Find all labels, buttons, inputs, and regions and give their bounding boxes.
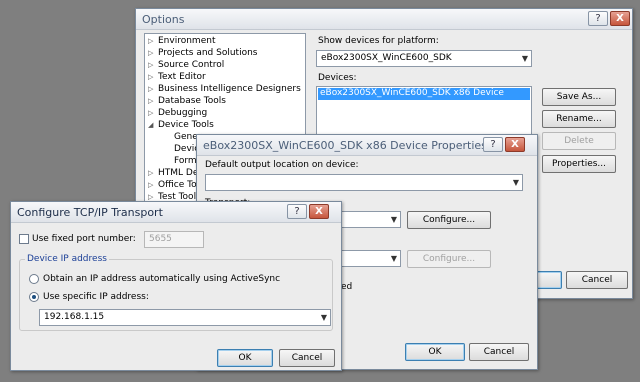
tree-expander-icon[interactable]: ▷	[148, 181, 158, 189]
device-list-item-label: eBox2300SX_WinCE600_SDK x86 Device	[320, 88, 504, 98]
device-properties-close-button[interactable]: X	[505, 137, 525, 152]
fixed-port-value: 5655	[149, 234, 172, 244]
tree-item-label: Debugging	[158, 108, 208, 118]
tcp-ip-title: Configure TCP/IP Transport	[17, 206, 163, 219]
options-title: Options	[142, 13, 185, 26]
options-titlebar[interactable]: Options ? X	[136, 9, 632, 30]
tcp-ip-help-button[interactable]: ?	[287, 204, 307, 219]
bootstrap-configure-button[interactable]: Configure...	[407, 250, 491, 268]
tree-item-label: Environment	[158, 36, 216, 46]
tree-item-label: Form	[174, 156, 197, 166]
chevron-down-icon: ▼	[390, 215, 397, 224]
tree-item[interactable]: ▷ Debugging	[148, 108, 207, 118]
chevron-down-icon: ▼	[390, 254, 397, 263]
tree-item[interactable]: ▷ Environment	[148, 36, 215, 46]
tcp-ip-dialog: Configure TCP/IP Transport ? X Use fixed…	[10, 201, 342, 371]
tree-item-label: Database Tools	[158, 96, 226, 106]
properties-button[interactable]: Properties...	[542, 155, 616, 173]
tree-item-label: Projects and Solutions	[158, 48, 258, 58]
options-help-button[interactable]: ?	[588, 11, 608, 26]
fixed-port-checkbox[interactable]	[19, 234, 29, 244]
options-cancel-button[interactable]: Cancel	[566, 271, 628, 289]
tree-expander-icon[interactable]: ▷	[148, 85, 158, 93]
ip-address-value: 192.168.1.15	[44, 312, 105, 322]
ip-address-select[interactable]: 192.168.1.15 ▼	[39, 309, 331, 326]
tcp-ip-ok-button[interactable]: OK	[217, 349, 273, 367]
tcp-ip-cancel-button[interactable]: Cancel	[279, 349, 335, 367]
device-properties-ok-button[interactable]: OK	[405, 343, 465, 361]
tree-expander-icon[interactable]: ◢	[148, 121, 158, 129]
tree-item[interactable]: ▷ HTML Des	[148, 168, 203, 178]
tree-item-label: Device Tools	[158, 120, 214, 130]
output-location-label: Default output location on device:	[205, 160, 359, 170]
tree-item[interactable]: ▷ Office Tol	[148, 180, 199, 190]
chevron-down-icon: ▼	[512, 178, 519, 187]
transport-configure-button[interactable]: Configure...	[407, 211, 491, 229]
partial-option-label: ed	[341, 282, 353, 292]
device-properties-help-button[interactable]: ?	[483, 137, 503, 152]
tree-expander-icon[interactable]: ▷	[148, 169, 158, 177]
tree-expander-icon[interactable]: ▷	[148, 109, 158, 117]
tree-item[interactable]: ▷ Source Control	[148, 60, 224, 70]
fixed-port-input[interactable]: 5655	[144, 231, 204, 248]
tree-item[interactable]: ▷ Database Tools	[148, 96, 226, 106]
tree-expander-icon[interactable]: ▷	[148, 97, 158, 105]
device-properties-titlebar[interactable]: eBox2300SX_WinCE600_SDK x86 Device Prope…	[197, 135, 537, 156]
obtain-ip-label: Obtain an IP address automatically using…	[43, 274, 281, 284]
chevron-down-icon: ▼	[521, 54, 528, 63]
options-close-button[interactable]: X	[610, 11, 630, 26]
tree-expander-icon[interactable]: ▷	[148, 193, 158, 201]
tree-item[interactable]: ▷ Projects and Solutions	[148, 48, 258, 58]
platform-select[interactable]: eBox2300SX_WinCE600_SDK ▼	[316, 50, 532, 67]
tree-item[interactable]: Devic	[164, 144, 199, 154]
tree-item-label: Business Intelligence Designers	[158, 84, 301, 94]
tree-expander-icon[interactable]: ▷	[148, 61, 158, 69]
fixed-port-label: Use fixed port number:	[32, 234, 136, 244]
specific-ip-label: Use specific IP address:	[43, 292, 149, 302]
chevron-down-icon: ▼	[320, 313, 327, 322]
tree-item[interactable]: ▷ Text Editor	[148, 72, 206, 82]
tree-item-label: Office Tol	[158, 180, 200, 190]
rename-button[interactable]: Rename...	[542, 110, 616, 128]
device-properties-title: eBox2300SX_WinCE600_SDK x86 Device Prope…	[203, 139, 487, 152]
output-location-select[interactable]: ▼	[205, 174, 523, 191]
device-ip-group-title: Device IP address	[25, 254, 109, 264]
tcp-ip-close-button[interactable]: X	[309, 204, 329, 219]
save-as-button[interactable]: Save As...	[542, 88, 616, 106]
devices-label: Devices:	[318, 73, 357, 83]
obtain-ip-radio[interactable]	[29, 274, 39, 284]
tree-expander-icon[interactable]: ▷	[148, 49, 158, 57]
device-properties-cancel-button[interactable]: Cancel	[469, 343, 529, 361]
specific-ip-radio[interactable]	[29, 292, 39, 302]
tcp-ip-titlebar[interactable]: Configure TCP/IP Transport ? X	[11, 202, 341, 223]
device-list-item[interactable]: eBox2300SX_WinCE600_SDK x86 Device	[318, 88, 530, 100]
tree-item[interactable]: ▷ Business Intelligence Designers	[148, 84, 301, 94]
tree-expander-icon[interactable]: ▷	[148, 73, 158, 81]
tree-item[interactable]: Form	[164, 156, 197, 166]
tree-item-label: Source Control	[158, 60, 225, 70]
platform-label: Show devices for platform:	[318, 36, 439, 46]
delete-button[interactable]: Delete	[542, 132, 616, 150]
platform-select-value: eBox2300SX_WinCE600_SDK	[321, 53, 452, 63]
tree-item-label: Text Editor	[158, 72, 206, 82]
tree-expander-icon[interactable]: ▷	[148, 37, 158, 45]
tree-item[interactable]: ◢ Device Tools	[148, 120, 214, 130]
